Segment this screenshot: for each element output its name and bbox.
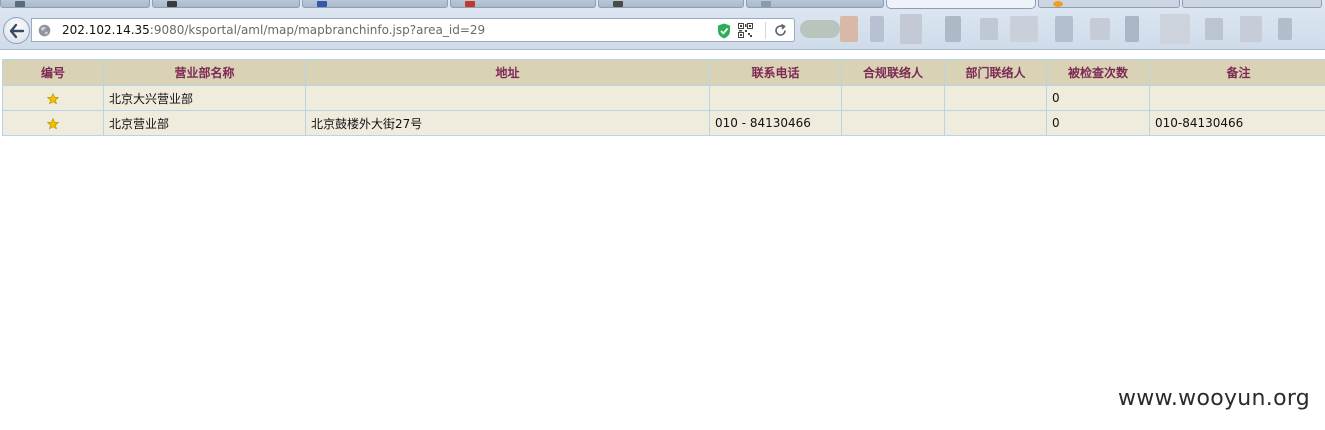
blurred-toolbar-area [800,14,1320,44]
address-bar-separator [765,22,766,39]
back-arrow-icon [9,23,25,39]
branch-name-cell: 北京营业部 [103,110,306,136]
browser-tab[interactable] [302,0,448,8]
column-header-index[interactable]: 编号 [2,59,104,86]
browser-tab-active[interactable] [886,0,1036,9]
url-text[interactable]: 202.102.14.35:9080/ksportal/aml/map/mapb… [62,23,485,37]
tab-favicon-icon [761,1,771,7]
column-header-remark[interactable]: 备注 [1149,59,1325,86]
shield-icon[interactable] [717,23,731,39]
phone-cell [709,85,842,111]
globe-icon [38,24,51,37]
qr-code-icon[interactable] [738,23,753,38]
row-marker-cell[interactable] [2,85,104,111]
compliance-contact-cell [841,110,945,136]
browser-tab[interactable] [0,0,150,8]
address-cell: 北京鼓楼外大街27号 [305,110,710,136]
watermark-text: www.wooyun.org [1118,386,1311,411]
column-header-branch-name[interactable]: 营业部名称 [103,59,306,86]
star-icon[interactable] [47,92,59,105]
table-row[interactable]: 北京大兴营业部 0 [2,85,1325,111]
table-row[interactable]: 北京营业部 北京鼓楼外大街27号 010 - 84130466 0 010-84… [2,110,1325,136]
tab-favicon-icon [15,1,25,7]
branch-name-cell: 北京大兴营业部 [103,85,306,111]
dept-contact-cell [944,110,1047,136]
address-cell [305,85,710,111]
browser-tab[interactable] [450,0,596,8]
tab-favicon-icon [1053,1,1063,7]
address-bar[interactable]: 202.102.14.35:9080/ksportal/aml/map/mapb… [31,18,795,42]
inspection-count-cell: 0 [1046,85,1150,111]
phone-cell: 010 - 84130466 [709,110,842,136]
tab-favicon-icon [167,1,177,7]
column-header-phone[interactable]: 联系电话 [709,59,842,86]
browser-tab[interactable] [1038,0,1180,8]
tab-favicon-icon [317,1,327,7]
reload-icon[interactable] [773,23,788,38]
branch-info-table: 编号 营业部名称 地址 联系电话 合规联络人 部门联络人 被检查次数 备注 北京… [2,59,1325,136]
remark-cell: 010-84130466 [1149,110,1325,136]
browser-tab[interactable] [746,0,884,8]
table-header-row: 编号 营业部名称 地址 联系电话 合规联络人 部门联络人 被检查次数 备注 [2,59,1325,86]
browser-tab[interactable] [152,0,300,8]
remark-cell [1149,85,1325,111]
column-header-compliance-contact[interactable]: 合规联络人 [841,59,945,86]
browser-tab[interactable] [598,0,744,8]
tab-favicon-icon [465,1,475,7]
back-button[interactable] [3,17,30,44]
tab-favicon-icon [613,1,623,7]
row-marker-cell[interactable] [2,110,104,136]
column-header-address[interactable]: 地址 [305,59,710,86]
column-header-dept-contact[interactable]: 部门联络人 [944,59,1047,86]
url-host: 202.102.14.35 [62,23,150,37]
tab-strip [0,0,1325,10]
dept-contact-cell [944,85,1047,111]
browser-chrome: 202.102.14.35:9080/ksportal/aml/map/mapb… [0,0,1325,50]
compliance-contact-cell [841,85,945,111]
browser-tab[interactable] [1182,0,1322,8]
inspection-count-cell: 0 [1046,110,1150,136]
star-icon[interactable] [47,117,59,130]
url-path: :9080/ksportal/aml/map/mapbranchinfo.jsp… [149,23,486,37]
column-header-inspection-count[interactable]: 被检查次数 [1046,59,1150,86]
